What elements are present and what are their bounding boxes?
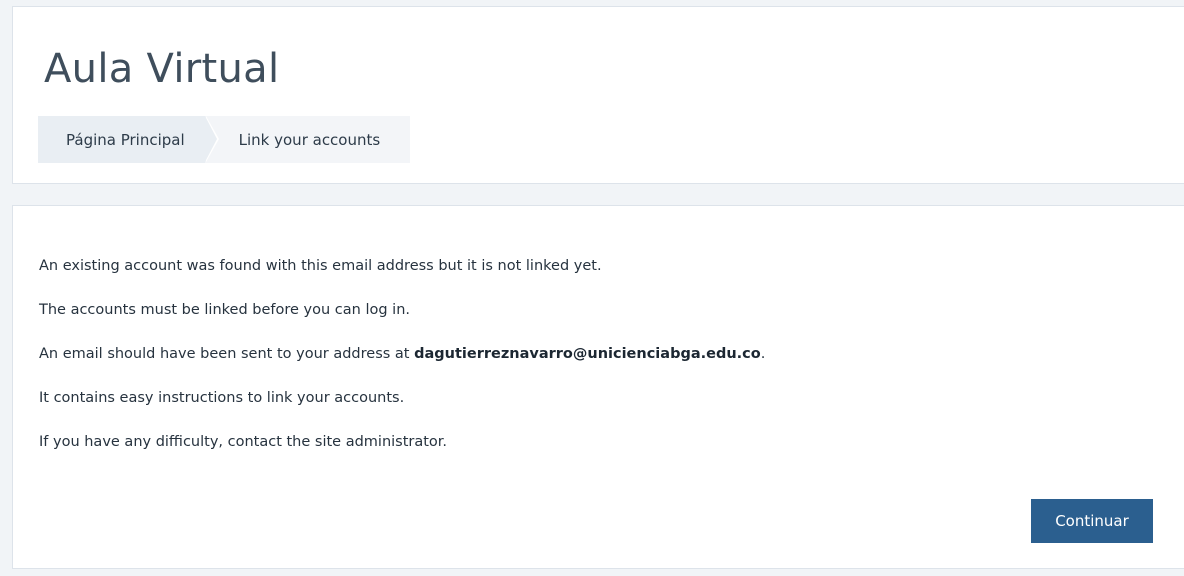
breadcrumb: Página Principal Link your accounts [38, 116, 411, 163]
message-card: An existing account was found with this … [12, 205, 1184, 569]
breadcrumb-home-label: Página Principal [66, 130, 185, 149]
message-line-must-link: The accounts must be linked before you c… [39, 302, 410, 318]
continue-button[interactable]: Continuar [1031, 499, 1153, 543]
page-title: Aula Virtual [44, 46, 280, 92]
message-line-existing-account: An existing account was found with this … [39, 258, 602, 274]
message-line-contact-admin: If you have any difficulty, contact the … [39, 434, 448, 450]
page-header: Aula Virtual Página Principal Link your … [12, 6, 1184, 184]
email-sent-period: . [760, 346, 766, 362]
email-sent-text: An email should have been sent to your a… [39, 346, 415, 362]
breadcrumb-home-link[interactable]: Página Principal [38, 116, 219, 163]
message-line-email-sent: An email should have been sent to your a… [39, 346, 765, 362]
email-address: dagutierreznavarro@unicienciabga.edu.co [414, 346, 761, 362]
breadcrumb-separator [205, 116, 219, 162]
message-line-instructions: It contains easy instructions to link yo… [39, 390, 405, 406]
breadcrumb-current-label: Link your accounts [238, 130, 381, 149]
breadcrumb-current: Link your accounts [204, 116, 411, 163]
